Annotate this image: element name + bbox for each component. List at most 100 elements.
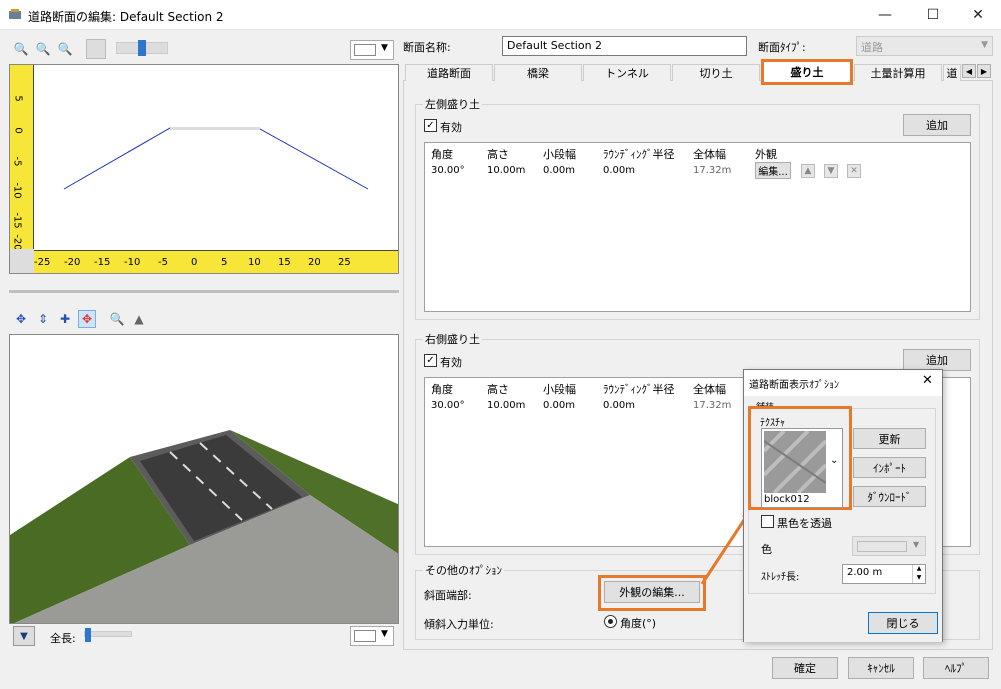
x-tick: -15 bbox=[94, 257, 111, 268]
length-slider-thumb[interactable] bbox=[85, 628, 91, 642]
other-options-label: その他のｵﾌﾟｼｮﾝ bbox=[423, 562, 504, 578]
zoom-fit-icon[interactable]: 🔍 bbox=[56, 40, 74, 58]
radio-dot bbox=[608, 619, 613, 624]
zoom-in-icon[interactable]: 🔍 bbox=[12, 40, 30, 58]
stretch-label: ｽﾄﾚｯﾁ長: bbox=[761, 572, 800, 583]
col-angle: 角度 bbox=[431, 148, 453, 161]
texture-label: ﾃｸｽﾁｬ bbox=[760, 418, 785, 429]
tab-earthwork[interactable]: 土量計算用 bbox=[854, 64, 942, 81]
edit-appearance-button[interactable]: 編集... bbox=[755, 162, 791, 179]
x-tick: -20 bbox=[64, 257, 81, 268]
col-berm: 小段幅 bbox=[543, 148, 576, 161]
color-swatch bbox=[857, 541, 907, 552]
length-label: 全長: bbox=[50, 632, 76, 645]
texture-picker[interactable]: ⌄ block012 bbox=[761, 428, 843, 508]
table-row[interactable]: 30.00° 10.00m 0.00m 0.00m 17.32m bbox=[425, 396, 745, 416]
cell-width: 17.32m bbox=[693, 400, 732, 411]
appearance-edit-button[interactable]: 外観の編集... bbox=[604, 581, 700, 603]
update-button[interactable]: 更新 bbox=[853, 428, 926, 449]
orbit-icon[interactable]: ✥ bbox=[78, 310, 96, 328]
delete-icon[interactable]: ✕ bbox=[847, 164, 861, 178]
right-fill-label: 右側盛り土 bbox=[423, 331, 482, 347]
left-enabled-checkbox[interactable]: ✓ bbox=[424, 119, 437, 132]
stretch-spinner[interactable]: ▲ ▼ bbox=[912, 565, 925, 583]
col-height: 高さ bbox=[487, 383, 509, 396]
x-tick: 10 bbox=[248, 257, 261, 268]
spinner-down-icon[interactable]: ▼ bbox=[913, 574, 925, 583]
x-tick: 5 bbox=[221, 257, 228, 268]
import-button[interactable]: ｲﾝﾎﾟｰﾄ bbox=[853, 457, 926, 478]
ok-button[interactable]: 確定 bbox=[772, 657, 838, 679]
download-button[interactable]: ﾀﾞｳﾝﾛｰﾄﾞ bbox=[853, 486, 926, 507]
y-tick: -5 bbox=[11, 156, 23, 167]
cell-berm: 0.00m bbox=[543, 165, 576, 176]
cell-width: 17.32m bbox=[693, 165, 732, 176]
col-angle: 角度 bbox=[431, 383, 453, 396]
y-tick: 0 bbox=[12, 127, 24, 134]
angle-radio[interactable] bbox=[604, 615, 617, 628]
transparent-checkbox[interactable] bbox=[761, 515, 774, 528]
popup-title: 道路断面表示ｵﾌﾟｼｮﾝ bbox=[749, 380, 839, 391]
window-title: 道路断面の編集: Default Section 2 bbox=[28, 10, 224, 24]
move-down-icon[interactable]: ▼ bbox=[824, 164, 838, 178]
table-row[interactable]: 30.00° 10.00m 0.00m 0.00m 17.32m 編集... ▲… bbox=[425, 161, 865, 181]
slope-end-label: 斜面端部: bbox=[424, 589, 472, 602]
texture-thumbnail bbox=[764, 431, 826, 493]
pan-icon[interactable]: ✚ bbox=[56, 310, 74, 328]
y-tick: -15 bbox=[11, 212, 23, 229]
maximize-button[interactable]: ☐ bbox=[910, 0, 956, 30]
close-button[interactable]: ✕ bbox=[955, 0, 1001, 30]
grid-toggle-button[interactable] bbox=[86, 39, 106, 59]
popup-close-icon[interactable]: ✕ bbox=[922, 373, 933, 388]
splitter[interactable] bbox=[9, 290, 399, 293]
length-slider[interactable] bbox=[84, 628, 132, 642]
cell-angle: 30.00° bbox=[431, 400, 465, 411]
spinner-up-icon[interactable]: ▲ bbox=[913, 565, 925, 574]
tab-bridge[interactable]: 橋梁 bbox=[494, 64, 582, 81]
slope-unit-label: 傾斜入力単位: bbox=[424, 618, 494, 631]
y-tick: 5 bbox=[12, 95, 24, 102]
zoom-slider-thumb[interactable] bbox=[138, 40, 146, 56]
section-type-select[interactable]: 道路 ▼ bbox=[856, 36, 993, 56]
tab-road-section[interactable]: 道路断面 bbox=[405, 64, 493, 81]
color-dropdown-3d[interactable]: ▼ bbox=[350, 626, 394, 646]
x-tick: 0 bbox=[191, 257, 198, 268]
cell-height: 10.00m bbox=[487, 165, 526, 176]
x-tick: 15 bbox=[278, 257, 291, 268]
col-width: 全体幅 bbox=[693, 148, 726, 161]
title-bar: 道路断面の編集: Default Section 2 — ☐ ✕ bbox=[0, 0, 1001, 30]
color-swatch bbox=[354, 630, 376, 642]
col-radius: ﾗｳﾝﾃﾞｨﾝｸﾞ半径 bbox=[603, 148, 675, 161]
cell-angle: 30.00° bbox=[431, 165, 465, 176]
tab-scroll-left-icon[interactable]: ◀ bbox=[962, 64, 976, 78]
right-enabled-checkbox[interactable]: ✓ bbox=[424, 354, 437, 367]
zoom-out-icon[interactable]: 🔍 bbox=[34, 40, 52, 58]
rotate-icon[interactable]: ✥ bbox=[12, 310, 30, 328]
col-berm: 小段幅 bbox=[543, 383, 576, 396]
section-name-input[interactable]: Default Section 2 bbox=[502, 36, 747, 56]
right-add-button[interactable]: 追加 bbox=[903, 349, 971, 371]
minimize-button[interactable]: — bbox=[862, 0, 908, 30]
move-vertical-icon[interactable]: ⇕ bbox=[34, 310, 52, 328]
chevron-down-icon: ▼ bbox=[913, 540, 920, 549]
col-radius: ﾗｳﾝﾃﾞｨﾝｸﾞ半径 bbox=[603, 383, 675, 396]
move-up-icon[interactable]: ▲ bbox=[801, 164, 815, 178]
cell-height: 10.00m bbox=[487, 400, 526, 411]
color-dropdown-2d[interactable]: ▼ bbox=[350, 40, 394, 60]
zoom-slider[interactable] bbox=[116, 40, 168, 56]
camera-menu-icon[interactable]: ▼ bbox=[13, 626, 35, 646]
cancel-button[interactable]: ｷｬﾝｾﾙ bbox=[848, 657, 914, 679]
tab-tunnel[interactable]: トンネル bbox=[583, 64, 671, 81]
color-select[interactable]: ▼ bbox=[852, 536, 926, 556]
tab-cut[interactable]: 切り土 bbox=[672, 64, 760, 81]
tab-scroll-right-icon[interactable]: ▶ bbox=[977, 64, 991, 78]
help-button[interactable]: ﾍﾙﾌﾟ bbox=[923, 657, 989, 679]
zoom-3d-icon[interactable]: 🔍 bbox=[108, 310, 126, 328]
app-icon bbox=[9, 9, 21, 19]
display-options-popup: 道路断面表示ｵﾌﾟｼｮﾝ ✕ 舗装 ﾃｸｽﾁｬ ⌄ block012 更新 ｲﾝ… bbox=[743, 369, 943, 642]
road-view-icon[interactable]: ▲ bbox=[130, 310, 148, 328]
tab-overflow[interactable]: 道 bbox=[943, 64, 961, 81]
left-add-button[interactable]: 追加 bbox=[903, 114, 971, 136]
left-fill-label: 左側盛り土 bbox=[423, 96, 482, 112]
popup-close-button[interactable]: 閉じる bbox=[868, 612, 938, 634]
